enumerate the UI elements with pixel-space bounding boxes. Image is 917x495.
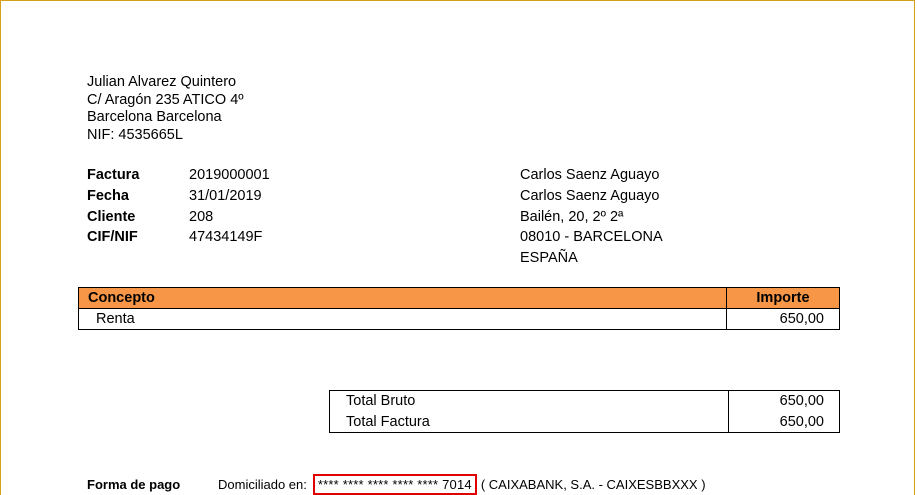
header-concept: Concepto [78, 287, 727, 309]
recipient-city: 08010 - BARCELONA [520, 229, 663, 246]
total-value: 650,00 [779, 393, 824, 410]
meta-row-invoice: Factura 2019000001 [87, 165, 270, 186]
invoice-meta: Factura 2019000001 Fecha 31/01/2019 Clie… [87, 165, 270, 248]
recipient-block: Carlos Saenz Aguayo Carlos Saenz Aguayo … [520, 165, 663, 268]
total-row-gross: Total Bruto 650,00 [330, 391, 839, 412]
bank-name: ( CAIXABANK, S.A. - CAIXESBBXXX ) [480, 477, 706, 492]
issuer-address: C/ Aragón 235 ATICO 4º [87, 91, 244, 108]
recipient-address: Bailén, 20, 2º 2ª [520, 208, 624, 225]
row-amount: 650,00 [726, 308, 840, 330]
meta-value: 2019000001 [189, 167, 270, 184]
meta-label: Fecha [87, 188, 129, 205]
recipient-country: ESPAÑA [520, 250, 578, 267]
row-concept: Renta [78, 308, 727, 330]
issuer-block: Julian Alvarez Quintero C/ Aragón 235 AT… [87, 74, 244, 144]
payment-method: Domiciliado en: [218, 477, 307, 492]
table-row: Renta 650,00 [78, 308, 840, 330]
items-table: Concepto Importe Renta 650,00 [78, 287, 840, 330]
meta-value: 31/01/2019 [189, 188, 262, 205]
meta-value: 208 [189, 208, 214, 225]
header-amount: Importe [726, 287, 840, 309]
total-row-invoice: Total Factura 650,00 [330, 411, 839, 432]
meta-value: 47434149F [189, 229, 263, 246]
totals-box: Total Bruto 650,00 Total Factura 650,00 [329, 390, 840, 433]
meta-label: Cliente [87, 208, 136, 225]
meta-row-taxid: CIF/NIF 47434149F [87, 227, 270, 248]
payment-label: Forma de pago [87, 477, 181, 492]
meta-row-date: Fecha 31/01/2019 [87, 186, 270, 207]
meta-row-client: Cliente 208 [87, 206, 270, 227]
issuer-name: Julian Alvarez Quintero [87, 74, 237, 90]
items-header-row: Concepto Importe [78, 287, 840, 309]
issuer-city: Barcelona Barcelona [87, 109, 222, 125]
meta-label: CIF/NIF [87, 229, 138, 246]
recipient-line1: Carlos Saenz Aguayo [520, 167, 660, 184]
payment-row: Forma de pago Domiciliado en: **** **** … [87, 474, 706, 495]
total-label: Total Factura [330, 411, 729, 432]
meta-label: Factura [87, 167, 140, 184]
issuer-nif: NIF: 4535665L [87, 126, 183, 143]
account-number-highlight: **** **** **** **** **** 7014 [312, 474, 477, 495]
recipient-line2: Carlos Saenz Aguayo [520, 188, 660, 205]
total-label: Total Bruto [330, 391, 729, 412]
total-value: 650,00 [779, 413, 824, 430]
